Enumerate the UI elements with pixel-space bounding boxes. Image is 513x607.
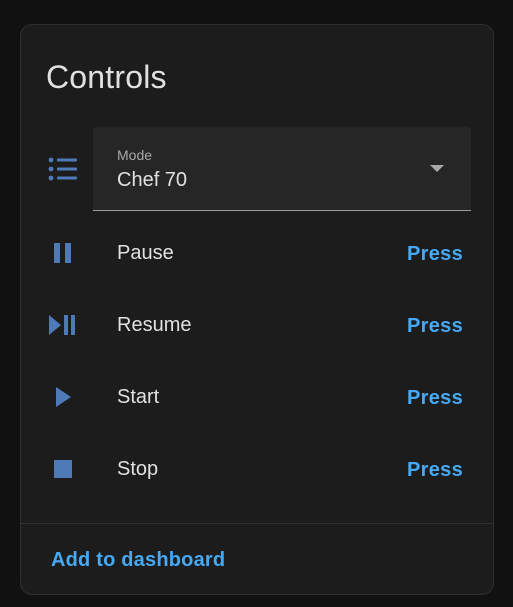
entity-name-resume: Resume [117, 314, 192, 336]
stop-icon [48, 454, 78, 484]
entity-name-start: Start [117, 386, 160, 408]
play-pause-icon [48, 310, 78, 340]
controls-card: Controls Mode Chef 70 Pause Press Resume… [20, 24, 494, 595]
stop-press-button[interactable]: Press [407, 459, 463, 482]
play-icon [48, 382, 78, 412]
mode-select-value: Chef 70 [117, 169, 188, 191]
start-press-button[interactable]: Press [407, 387, 463, 410]
resume-press-button[interactable]: Press [407, 315, 463, 338]
dropdown-arrow-icon[interactable] [430, 165, 444, 172]
card-title: Controls [46, 59, 167, 95]
mode-select[interactable]: Mode Chef 70 [93, 127, 471, 211]
format-list-bulleted-icon [48, 154, 78, 184]
card-divider [21, 523, 493, 524]
pause-icon [48, 238, 78, 268]
entity-name-pause: Pause [117, 242, 174, 264]
add-to-dashboard-button[interactable]: Add to dashboard [51, 549, 225, 572]
mode-select-label: Mode [117, 147, 153, 163]
entity-name-stop: Stop [117, 458, 159, 480]
pause-press-button[interactable]: Press [407, 243, 463, 266]
